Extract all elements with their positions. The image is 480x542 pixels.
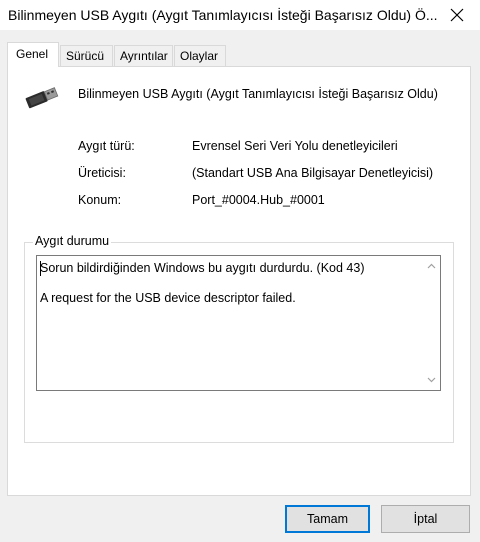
text-caret: [40, 261, 41, 276]
location-label: Konum:: [78, 193, 122, 207]
tab-events[interactable]: Olaylar: [174, 45, 226, 66]
device-status-label: Aygıt durumu: [33, 234, 112, 248]
window-title: Bilinmeyen USB Aygıtı (Aygıt Tanımlayıcı…: [8, 7, 438, 23]
close-button[interactable]: [434, 0, 480, 30]
vertical-scrollbar[interactable]: [423, 256, 440, 390]
tab-general[interactable]: Genel: [7, 42, 59, 67]
tab-details[interactable]: Ayrıntılar: [114, 45, 173, 66]
ok-button[interactable]: Tamam: [285, 505, 370, 533]
close-icon: [450, 8, 464, 22]
location-value: Port_#0004.Hub_#0001: [192, 193, 325, 207]
device-status-textbox[interactable]: Sorun bildirdiğinden Windows bu aygıtı d…: [36, 255, 441, 391]
tab-driver[interactable]: Sürücü: [60, 45, 113, 66]
device-type-value: Evrensel Seri Veri Yolu denetleyicileri: [192, 139, 398, 153]
chevron-up-icon[interactable]: [427, 262, 436, 271]
usb-connector-icon: [25, 87, 59, 109]
status-message-line1: Sorun bildirdiğinden Windows bu aygıtı d…: [40, 261, 365, 275]
chevron-down-icon[interactable]: [427, 375, 436, 384]
manufacturer-label: Üreticisi:: [78, 166, 126, 180]
manufacturer-value: (Standart USB Ana Bilgisayar Denetleyici…: [192, 166, 434, 180]
device-type-label: Aygıt türü:: [78, 139, 135, 153]
device-name: Bilinmeyen USB Aygıtı (Aygıt Tanımlayıcı…: [78, 87, 438, 101]
title-bar: Bilinmeyen USB Aygıtı (Aygıt Tanımlayıcı…: [0, 0, 480, 30]
cancel-button[interactable]: İptal: [381, 505, 470, 533]
status-message-line2: A request for the USB device descriptor …: [40, 291, 296, 305]
